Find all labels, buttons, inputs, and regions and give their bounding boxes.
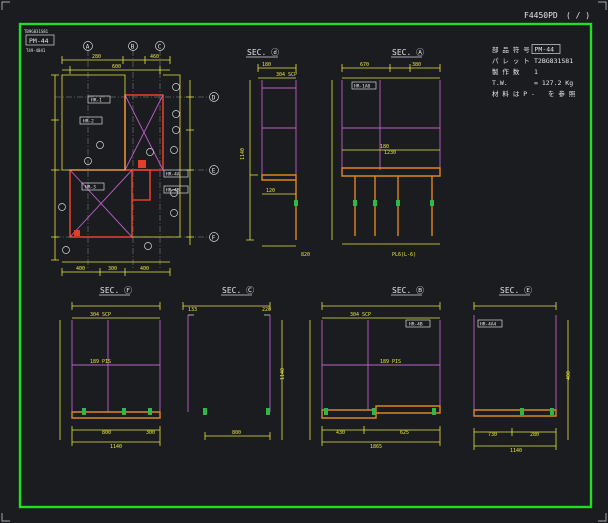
info-value-pallet: T2BG831S81	[534, 57, 573, 65]
dim: 1230	[384, 150, 396, 156]
dim: 820	[301, 252, 310, 258]
dim: 180	[262, 62, 271, 68]
dim: 1140	[110, 444, 122, 450]
plan-frame	[61, 74, 181, 238]
dim: 189 PIS	[90, 359, 111, 365]
info-key-weight: T.W.	[492, 79, 508, 87]
plan-dim-top-2: 460	[150, 54, 159, 60]
grid-label: C	[158, 44, 162, 51]
dim: PL6(L-6)	[392, 252, 416, 258]
tag-text: HR-1	[91, 98, 102, 104]
drawing-number: F4450PD	[524, 11, 558, 20]
dim: 300	[146, 430, 155, 436]
section-title: SEC. Ⓐ	[392, 48, 424, 57]
crop-marks	[1, 1, 607, 522]
plan-dim-bottom-3: 400	[140, 266, 149, 272]
tag-text: HR-3	[85, 185, 96, 191]
plan-dimensions	[51, 56, 194, 276]
dim: 625	[400, 430, 409, 436]
tag-text: HR-1A0	[354, 84, 371, 90]
grid-label: B	[131, 44, 135, 51]
section-f: SEC. Ⓕ 304 SCP 189 PIS 800 1140 300	[59, 286, 161, 450]
info-value-weight: = 127.2 Kg	[534, 79, 573, 87]
part-label-block: TB9G831S81 PM-44 T49-4041	[24, 29, 55, 53]
section-e: SEC. Ⓔ HR-4A4 1140 730 280 400	[473, 286, 572, 454]
dim: 1140	[240, 148, 246, 160]
grid-bubble-b: B	[128, 41, 138, 270]
dim: 304 SCP	[350, 312, 371, 318]
grid-bubble-a: A	[83, 41, 93, 270]
dim: 280	[530, 432, 539, 438]
dim: 120	[266, 188, 275, 194]
tag-text: HR-2	[83, 119, 94, 125]
dim: 400	[566, 371, 572, 380]
info-table: 部 品 符 号 PM-44 パ レ ッ ト T2BG831S81 製 作 数 1…	[492, 44, 576, 98]
info-value-part-symbol: PM-44	[535, 46, 555, 54]
info-key-part-symbol: 部 品 符 号	[492, 45, 530, 54]
cad-drawing-sheet: F4450PD ( / ) TB9G831S81 PM-44 T49-4041 …	[1, 1, 607, 522]
info-key-material: 材 料 は P -	[492, 89, 535, 98]
member-tag-hr2: HR-2	[79, 116, 103, 125]
pallet-label: TB9G831S81	[24, 29, 49, 34]
dim: 430	[336, 430, 345, 436]
dim: 800	[232, 430, 241, 436]
tag-text: HR-4A	[166, 172, 180, 178]
dim: 1140	[280, 368, 286, 380]
dim: 304 SCP	[90, 312, 111, 318]
page-indicator: ( / )	[566, 11, 590, 20]
plan-dim-bottom-1: 400	[76, 266, 85, 272]
plan-view: A B C D E F 280 460 600 400 300 400 HR-1…	[51, 41, 219, 276]
dim: 1865	[370, 444, 382, 450]
tag-text: HR-4B	[409, 322, 423, 328]
info-value-material: を 参 照	[548, 89, 576, 98]
section-title: SEC. Ⓒ	[222, 286, 254, 295]
grid-label: A	[86, 44, 90, 51]
dim: 304 SCP	[276, 72, 297, 78]
dim: 380	[412, 62, 421, 68]
dim: 133	[188, 307, 197, 313]
plan-dim-bottom-2: 300	[108, 266, 117, 272]
part-box-label: PM-44	[29, 37, 49, 45]
section-c: SEC. Ⓒ 133 1140 800 220	[182, 286, 286, 440]
dim: 670	[360, 62, 369, 68]
grid-label: E	[212, 168, 216, 175]
sub-label: T49-4041	[26, 48, 46, 53]
plan-dim-top-3: 600	[112, 64, 121, 70]
section-d: SEC. ⓓ 180 304 SCP 120 1140 820	[240, 48, 310, 258]
dim: 220	[262, 307, 271, 313]
member-tag-hr3: HR-3	[81, 182, 105, 191]
tag-text: HR-4A4	[480, 322, 497, 328]
section-title: SEC. Ⓑ	[392, 286, 424, 295]
member-tag-hr4a: HR-4A	[163, 169, 189, 178]
grid-label: F	[212, 235, 216, 242]
section-a: SEC. Ⓐ 670 380 HR-1A0 180 1230 PL6(L-6)	[331, 48, 441, 258]
section-title: SEC. Ⓕ	[100, 286, 132, 295]
grid-label: D	[212, 95, 216, 102]
dim: 189 PIS	[380, 359, 401, 365]
info-key-quantity: 製 作 数	[492, 67, 520, 76]
plan-dim-top-1: 280	[92, 54, 101, 60]
dim: 1140	[510, 448, 522, 454]
info-value-quantity: 1	[534, 68, 538, 76]
section-title: SEC. ⓓ	[247, 48, 279, 57]
section-b: SEC. Ⓑ 304 SCP HR-4B 189 PIS 1865 430 62…	[309, 286, 441, 450]
dim: 730	[488, 432, 497, 438]
info-key-pallet: パ レ ッ ト	[492, 57, 530, 65]
callout-bubbles	[58, 83, 180, 254]
dim: 800	[102, 430, 111, 436]
section-title: SEC. Ⓔ	[500, 286, 532, 295]
